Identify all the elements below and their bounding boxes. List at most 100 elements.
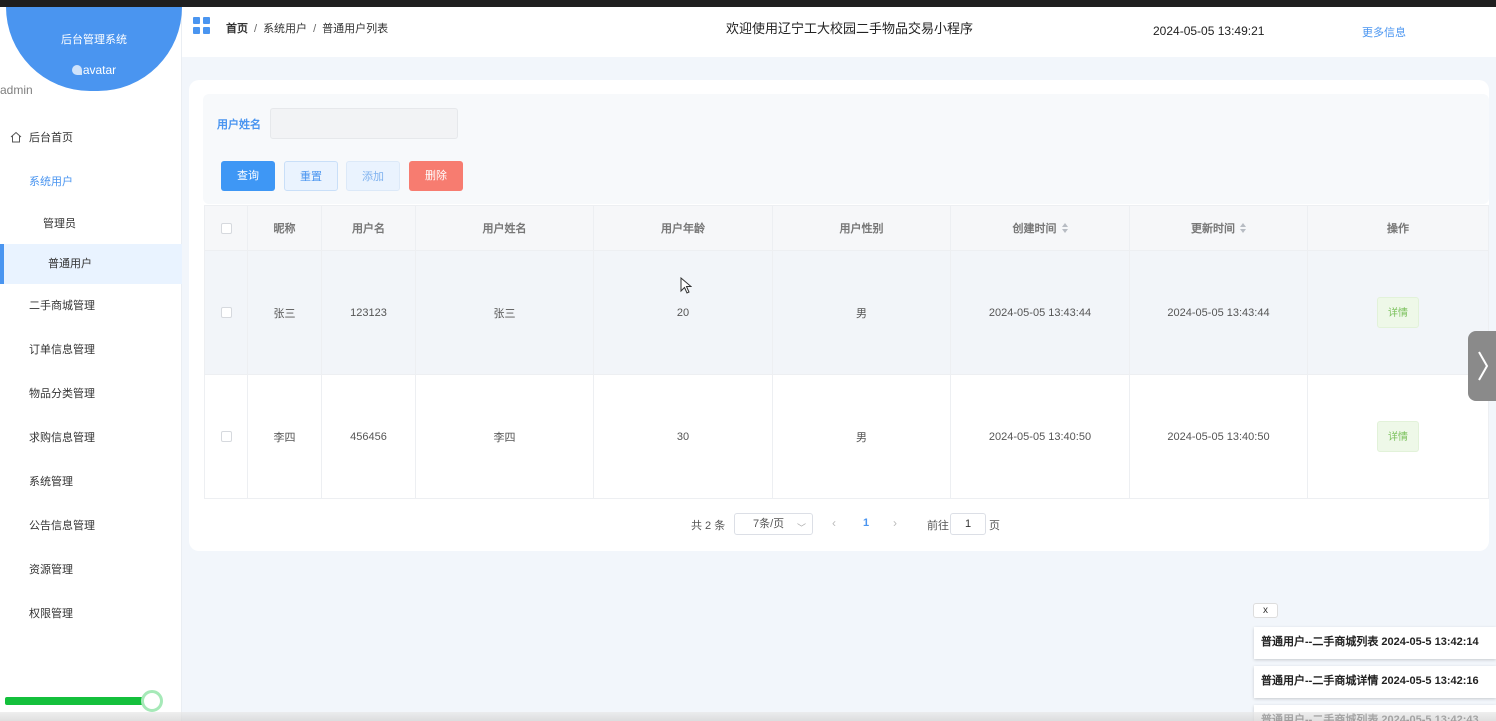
select-all-cell: [204, 205, 248, 251]
window-top-bar: [0, 0, 1496, 7]
detail-button[interactable]: 详情: [1377, 297, 1419, 328]
cell-age: 30: [593, 374, 773, 499]
column-header-realname: 用户姓名: [415, 205, 594, 251]
avatar-alt-text: avatar: [82, 63, 117, 77]
sidebar-item-normal-users[interactable]: 普通用户: [0, 244, 182, 284]
sidebar-item-label: 后台首页: [29, 132, 73, 144]
sidebar-item-label: 管理员: [43, 218, 76, 230]
sidebar-item-label: 系统管理: [29, 476, 73, 488]
column-header-actions: 操作: [1307, 205, 1489, 251]
search-label: 用户姓名: [217, 119, 261, 131]
select-all-checkbox[interactable]: [220, 222, 232, 234]
home-icon: [10, 131, 22, 143]
query-button[interactable]: 查询: [221, 161, 275, 191]
table-header-row: 昵称 用户名 用户姓名 用户年龄 用户性别 创建时间 更新时间 操作: [204, 205, 1489, 251]
sidebar-item-permissions[interactable]: 权限管理: [0, 592, 182, 636]
name-search-input[interactable]: [270, 108, 458, 139]
sidebar-item-home[interactable]: 后台首页: [0, 116, 182, 160]
grid-menu-icon[interactable]: [193, 17, 210, 34]
sidebar: 后台管理系统 avatar admin 后台首页 系统用户 管理员 普通用户 二…: [0, 7, 182, 721]
sidebar-item-label: 系统用户: [29, 176, 73, 188]
current-datetime: 2024-05-05 13:49:21: [1153, 24, 1265, 38]
brand-panel: 后台管理系统 avatar: [6, 7, 182, 91]
sidebar-item-wanted[interactable]: 求购信息管理: [0, 416, 182, 460]
add-button[interactable]: 添加: [346, 161, 400, 191]
sidebar-item-system[interactable]: 系统管理: [0, 460, 182, 504]
expand-panel-button[interactable]: [1468, 331, 1496, 401]
breadcrumb-current: 普通用户列表: [322, 23, 389, 35]
breadcrumb-system-users[interactable]: 系统用户: [263, 23, 307, 35]
column-header-age: 用户年龄: [593, 205, 773, 251]
chevron-down-icon: ﹀: [796, 523, 806, 533]
avatar[interactable]: avatar: [6, 63, 182, 77]
sidebar-item-secondhand-mall[interactable]: 二手商城管理: [0, 284, 182, 328]
page-number-1[interactable]: 1: [863, 517, 869, 529]
sidebar-item-admin[interactable]: 管理员: [0, 204, 182, 244]
chevron-right-icon: [1478, 351, 1489, 381]
cell-nickname: 张三: [247, 250, 322, 375]
mouse-cursor-icon: [680, 277, 692, 294]
username-label: admin: [0, 83, 33, 97]
sidebar-item-orders[interactable]: 订单信息管理: [0, 328, 182, 372]
cell-gender: 男: [772, 374, 951, 499]
cell-age: 20: [593, 250, 773, 375]
detail-button[interactable]: 详情: [1377, 421, 1419, 452]
sidebar-item-label: 求购信息管理: [29, 432, 95, 444]
top-header: 首页 / 系统用户 / 普通用户列表 欢迎使用辽宁工大校园二手物品交易小程序 2024-…: [182, 7, 1496, 57]
notification-item[interactable]: 普通用户--二手商城详情 2024-05-5 13:42:16: [1254, 666, 1496, 698]
row-checkbox[interactable]: [220, 431, 232, 443]
total-count: 共 2 条: [691, 520, 726, 532]
sidebar-item-resources[interactable]: 资源管理: [0, 548, 182, 592]
notification-item[interactable]: 普通用户--二手商城列表 2024-05-5 13:42:14: [1254, 627, 1496, 659]
page-size-select[interactable]: 7条/页 ﹀: [734, 513, 813, 535]
goto-page-input[interactable]: 1: [950, 513, 986, 535]
cell-nickname: 李四: [247, 374, 322, 499]
welcome-title: 欢迎使用辽宁工大校园二手物品交易小程序: [726, 21, 974, 36]
notifications-close-button[interactable]: x: [1253, 603, 1278, 618]
progress-knob[interactable]: [141, 690, 163, 712]
sort-icon[interactable]: [1240, 223, 1246, 233]
sidebar-menu: 后台首页 系统用户 管理员 普通用户 二手商城管理 订单信息管理 物品分类管理 …: [0, 116, 182, 636]
users-table: 昵称 用户名 用户姓名 用户年龄 用户性别 创建时间 更新时间 操作 张三 12…: [204, 205, 1489, 499]
cell-updated: 2024-05-05 13:40:50: [1129, 374, 1308, 499]
goto-label: 前往: [927, 520, 949, 532]
sidebar-item-label: 订单信息管理: [29, 344, 95, 356]
cell-created: 2024-05-05 13:40:50: [950, 374, 1130, 499]
page-size-value: 7条/页: [753, 518, 785, 530]
more-info-link[interactable]: 更多信息: [1362, 24, 1406, 40]
column-header-created[interactable]: 创建时间: [950, 205, 1130, 251]
progress-bar: [5, 697, 149, 705]
row-checkbox[interactable]: [220, 307, 232, 319]
brand-title: 后台管理系统: [61, 34, 127, 46]
sidebar-item-label: 普通用户: [48, 258, 92, 270]
cell-realname: 张三: [415, 250, 594, 375]
breadcrumb: 首页 / 系统用户 / 普通用户列表: [226, 23, 389, 35]
reset-button[interactable]: 重置: [284, 161, 338, 191]
pagination: 共 2 条 7条/页 ﹀ ‹ 1 › 前往 1 页: [0, 513, 1496, 535]
cell-username: 123123: [321, 250, 416, 375]
cell-updated: 2024-05-05 13:43:44: [1129, 250, 1308, 375]
table-row: 张三 123123 张三 20 男 2024-05-05 13:43:44 20…: [204, 250, 1489, 375]
sort-icon[interactable]: [1061, 223, 1068, 233]
cell-created: 2024-05-05 13:43:44: [950, 250, 1130, 375]
sidebar-item-system-users[interactable]: 系统用户: [0, 160, 182, 204]
next-page-button[interactable]: ›: [893, 516, 897, 530]
prev-page-button[interactable]: ‹: [832, 516, 836, 530]
sidebar-item-categories[interactable]: 物品分类管理: [0, 372, 182, 416]
delete-button[interactable]: 删除: [409, 161, 463, 191]
column-header-updated[interactable]: 更新时间: [1129, 205, 1308, 251]
table-row: 李四 456456 李四 30 男 2024-05-05 13:40:50 20…: [204, 374, 1489, 499]
column-header-label: 创建时间: [1012, 223, 1057, 235]
breadcrumb-home[interactable]: 首页: [226, 23, 248, 35]
column-header-label: 更新时间: [1191, 223, 1235, 235]
cell-username: 456456: [321, 374, 416, 499]
column-header-nickname: 昵称: [247, 205, 322, 251]
column-header-username: 用户名: [321, 205, 416, 251]
sidebar-item-label: 资源管理: [29, 564, 73, 576]
sidebar-item-label: 权限管理: [29, 608, 73, 620]
bottom-scroll-shade: [0, 712, 1496, 721]
broken-image-icon: [71, 65, 82, 75]
page-suffix: 页: [989, 520, 1000, 532]
cell-realname: 李四: [415, 374, 594, 499]
column-header-gender: 用户性别: [772, 205, 951, 251]
